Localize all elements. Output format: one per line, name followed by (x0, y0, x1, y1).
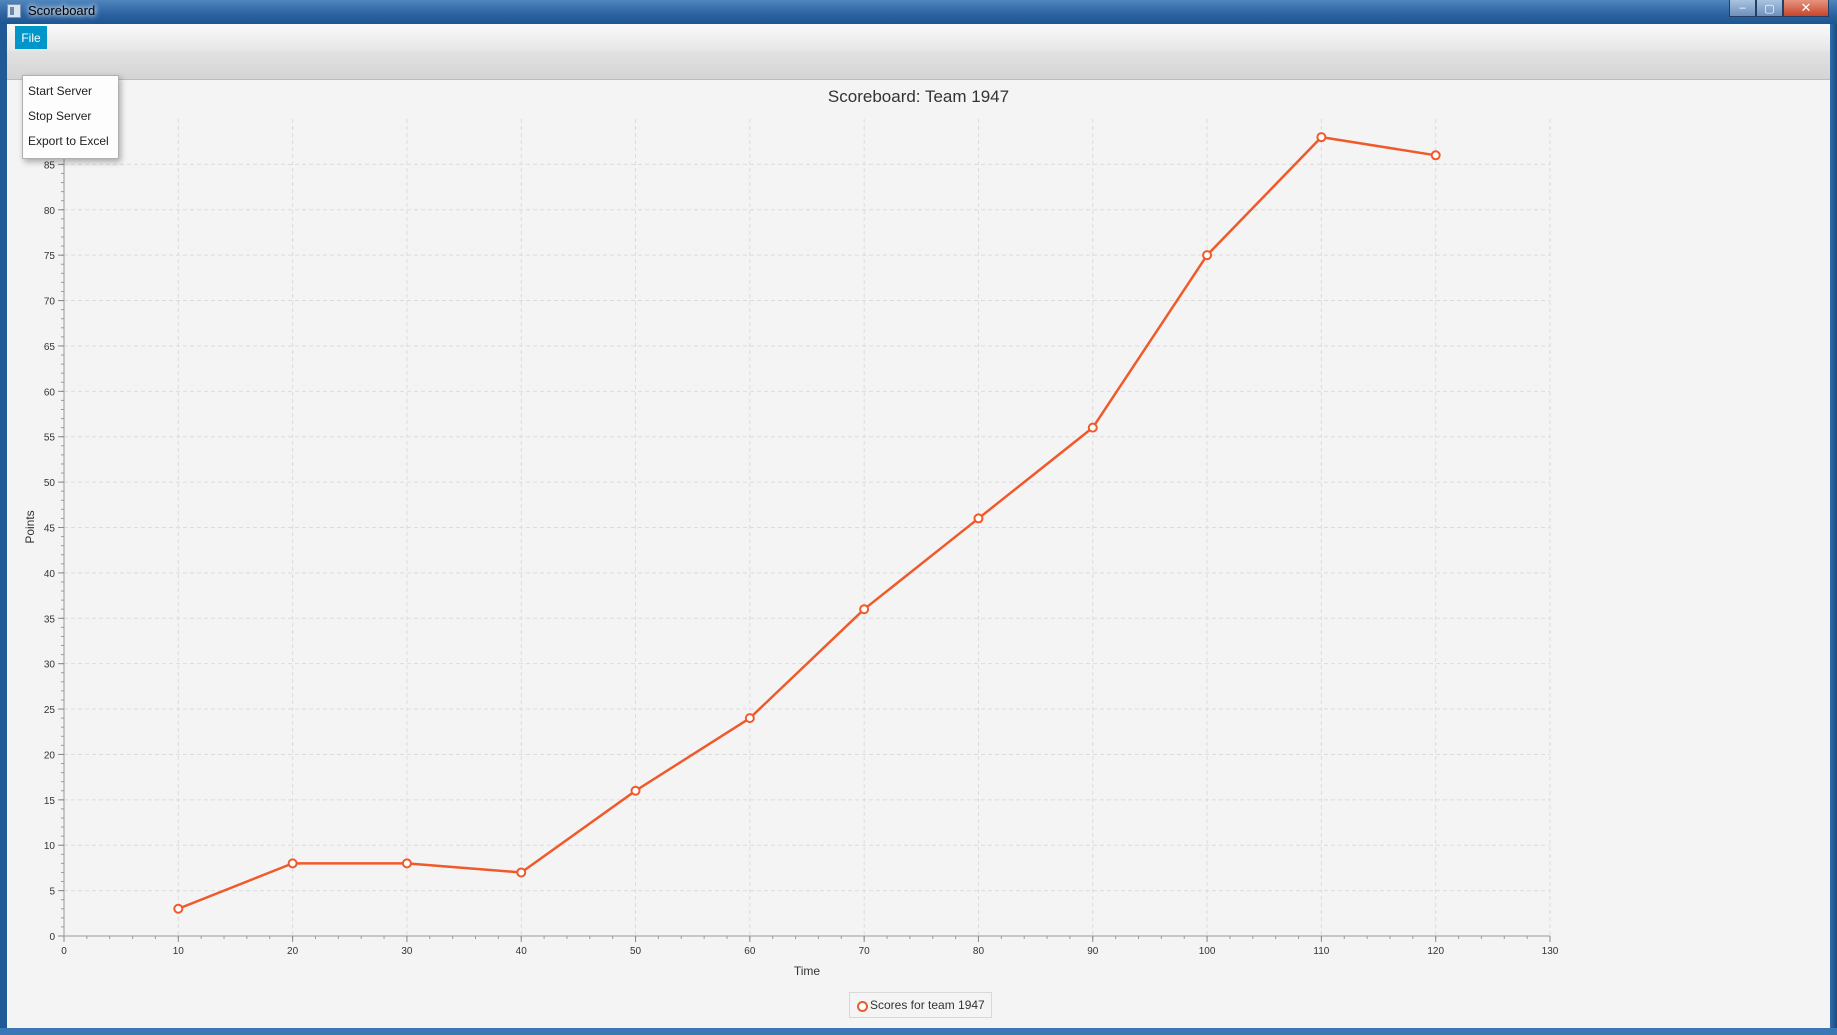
data-point (859, 604, 870, 615)
y-tick-label: 85 (44, 160, 56, 171)
menu-item-stop-server[interactable]: Stop Server (28, 109, 91, 123)
data-point (1316, 132, 1327, 143)
y-tick-label: 20 (44, 750, 56, 761)
x-tick-label: 50 (630, 946, 642, 957)
app-window-icon (7, 4, 21, 18)
data-point (1087, 422, 1098, 433)
y-tick-label: 70 (44, 297, 56, 308)
close-button[interactable]: ✕ (1783, 0, 1829, 17)
data-point (287, 858, 298, 869)
data-point (630, 785, 641, 796)
data-point (516, 867, 527, 878)
data-point (173, 903, 184, 914)
menu-item-start-server[interactable]: Start Server (28, 84, 92, 98)
x-tick-label: 80 (973, 946, 985, 957)
menu-item-export-excel[interactable]: Export to Excel (28, 134, 109, 148)
x-tick-label: 70 (859, 946, 871, 957)
y-tick-label: 60 (44, 387, 56, 398)
legend-label: Scores for team 1947 (870, 998, 985, 1012)
data-point (1430, 150, 1441, 161)
line-chart: 0 10 20 30 40 50 60 70 80 90 100 110 120 130 0 5 10 15 20 2… (23, 118, 1559, 978)
y-tick-label: 10 (44, 841, 56, 852)
y-tick-label: 40 (44, 569, 56, 580)
x-tick-label: 120 (1427, 946, 1444, 957)
x-tick-label: 60 (744, 946, 756, 957)
y-tick-label: 25 (44, 705, 56, 716)
y-tick-label: 30 (44, 660, 56, 671)
x-tick-label: 130 (1542, 946, 1559, 957)
x-axis-label: Time (794, 964, 821, 978)
x-tick-label: 40 (516, 946, 528, 957)
x-tick-label: 10 (173, 946, 185, 957)
y-tick-label: 75 (44, 251, 56, 262)
y-tick-label: 55 (44, 433, 56, 444)
data-point (973, 513, 984, 524)
window-right-edge (1830, 24, 1837, 1035)
y-axis-label: Points (23, 510, 37, 543)
file-dropdown-menu: Start Server Stop Server Export to Excel (22, 75, 119, 159)
window-titlebar[interactable]: Scoreboard – ▢ ✕ (0, 0, 1837, 24)
y-tick-label: 15 (44, 796, 56, 807)
data-point (401, 858, 412, 869)
x-tick-label: 90 (1087, 946, 1099, 957)
window-controls: – ▢ ✕ (1729, 0, 1829, 18)
x-tick-label: 100 (1199, 946, 1216, 957)
chart-legend: Scores for team 1947 (849, 992, 992, 1018)
data-point (744, 713, 755, 724)
y-tick-label: 65 (44, 342, 56, 353)
y-tick-label: 0 (49, 932, 55, 943)
x-tick-label: 30 (401, 946, 413, 957)
app-client-area: File Scoreboard: Team 1947 0 10 20 30 40 50 60… (7, 24, 1830, 1028)
x-tick-label: 0 (61, 946, 67, 957)
x-tick-label: 110 (1313, 946, 1329, 957)
maximize-button[interactable]: ▢ (1756, 0, 1783, 17)
data-point (1202, 250, 1213, 261)
y-tick-label: 80 (44, 206, 56, 217)
legend-symbol (857, 1001, 868, 1012)
y-tick-label: 50 (44, 478, 56, 489)
y-tick-label: 35 (44, 614, 56, 625)
y-tick-label: 5 (49, 887, 55, 898)
window-title: Scoreboard (28, 3, 96, 18)
window-bottom-edge (0, 1028, 1837, 1035)
y-tick-label: 45 (44, 524, 56, 535)
minimize-button[interactable]: – (1729, 0, 1756, 17)
x-tick-label: 20 (287, 946, 299, 957)
